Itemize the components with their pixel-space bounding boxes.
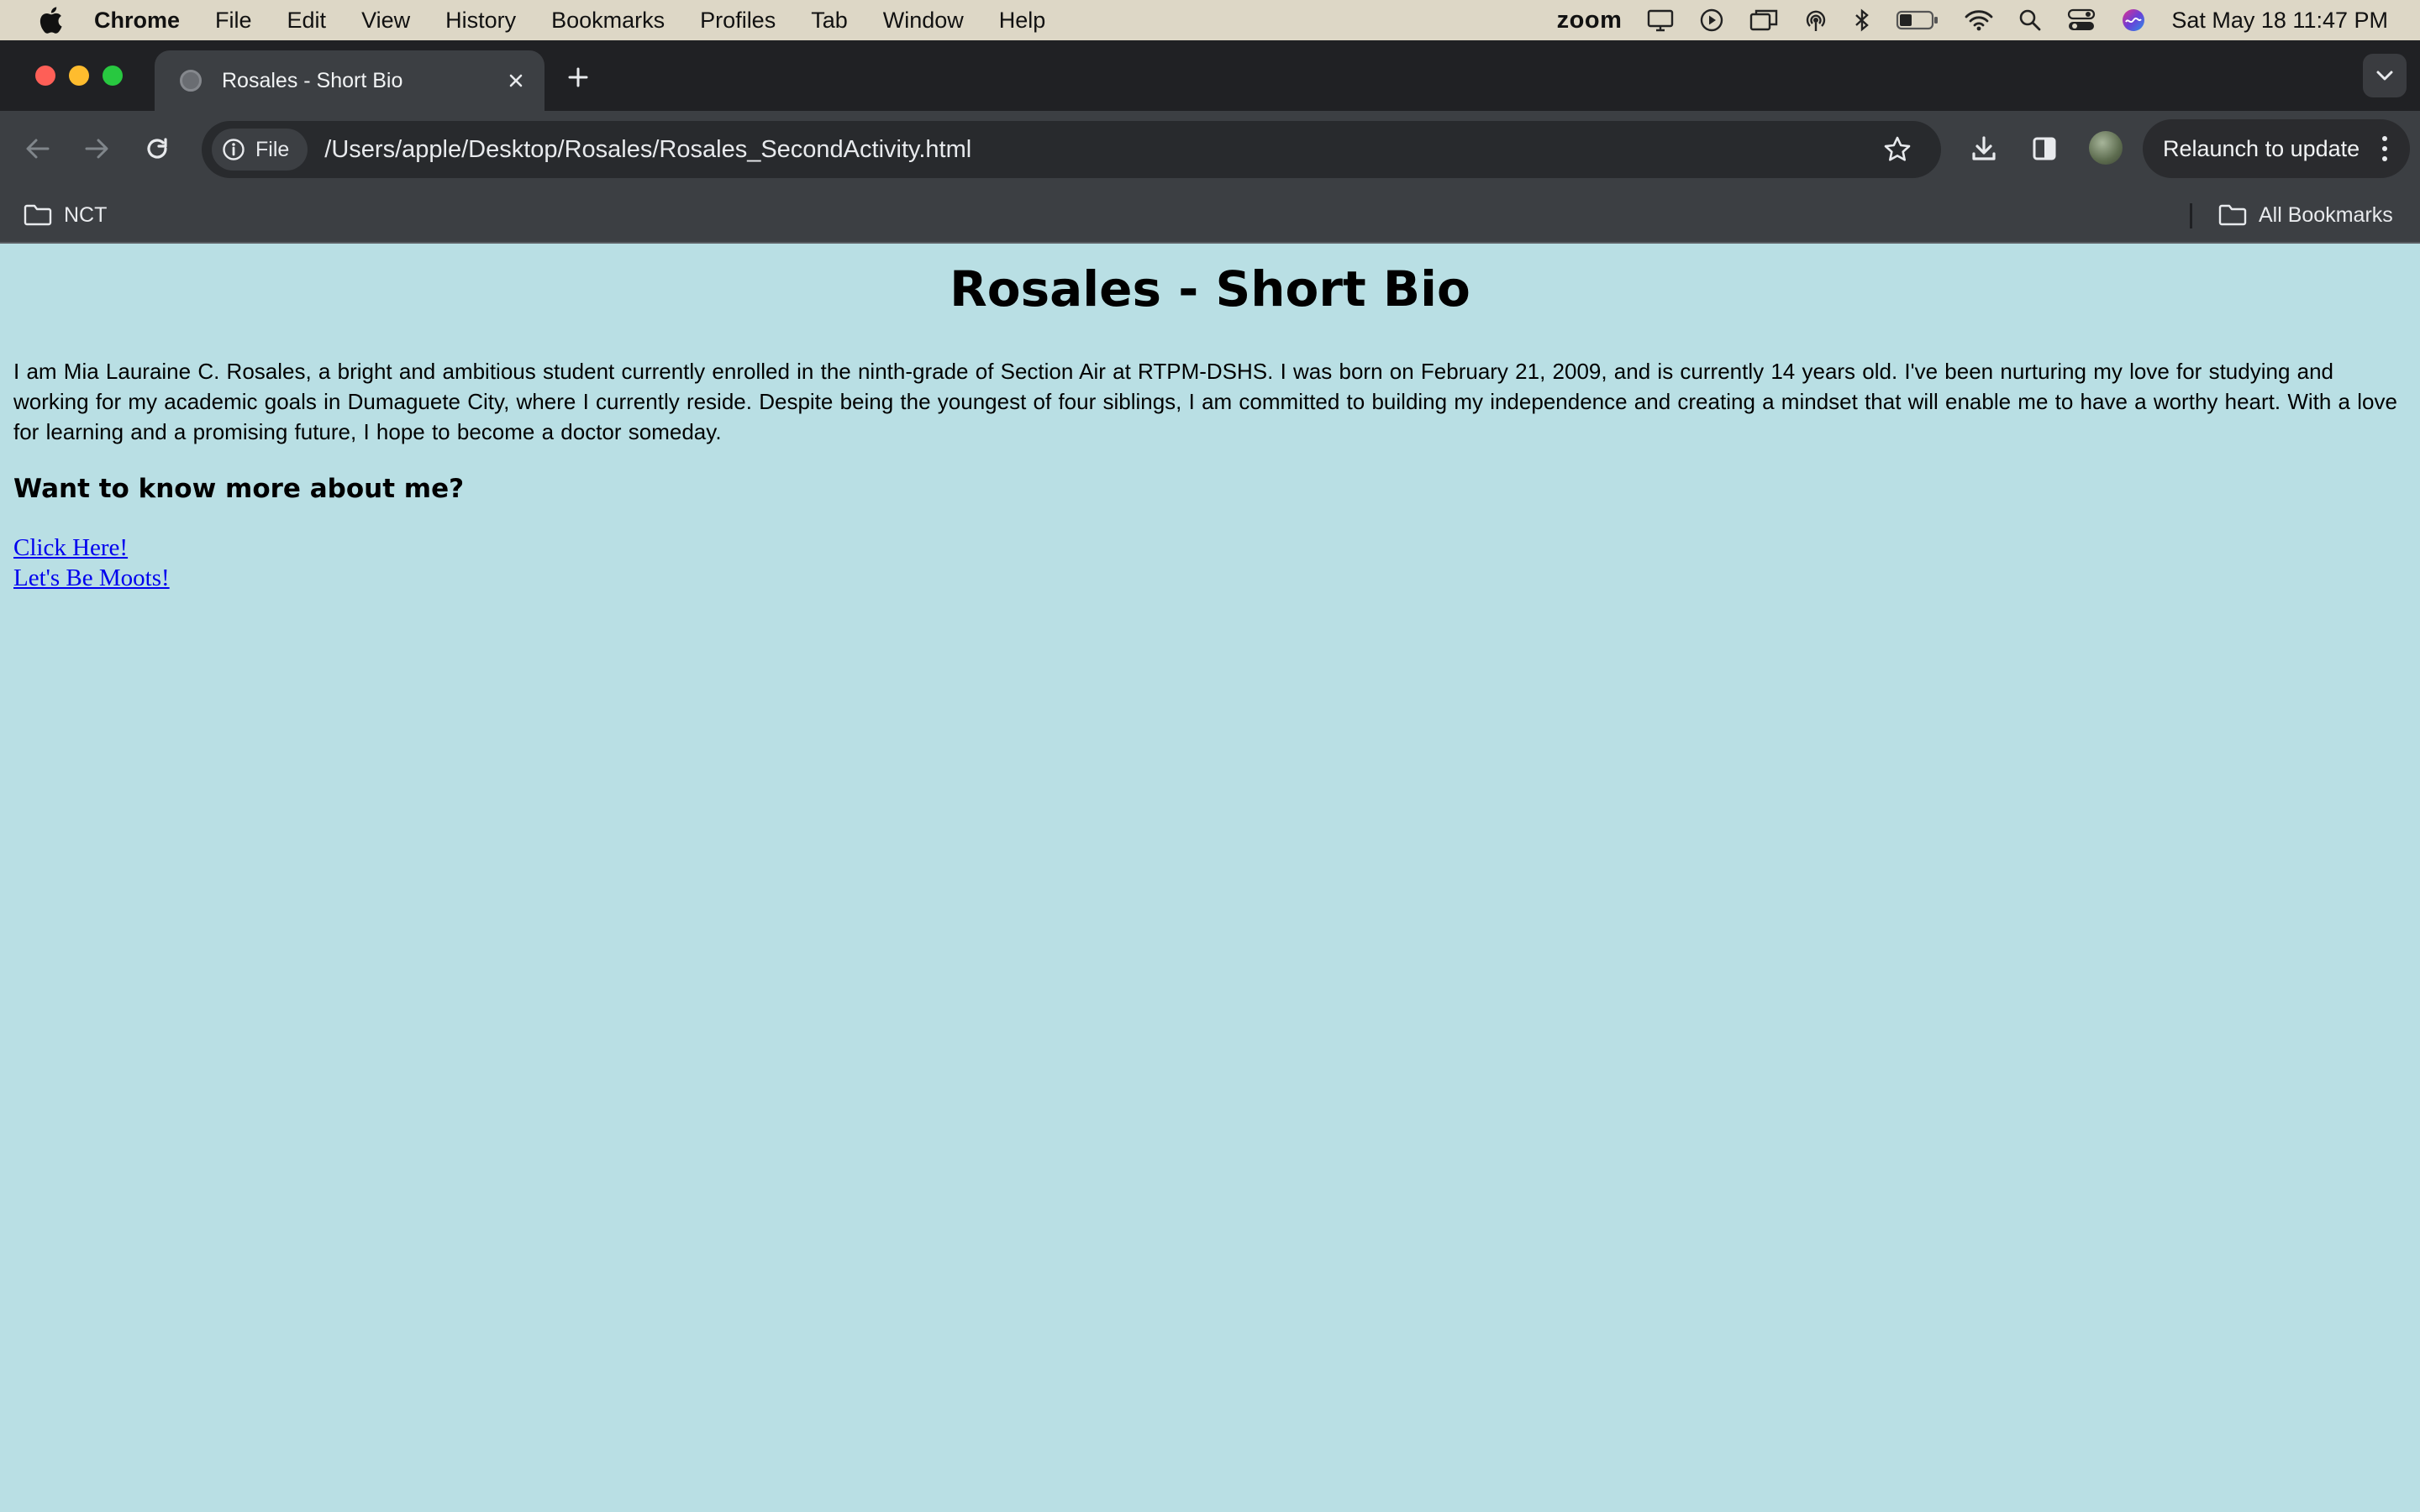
menu-tab[interactable]: Tab	[811, 8, 848, 34]
menu-history[interactable]: History	[445, 8, 516, 34]
tab-search-button[interactable]	[2363, 54, 2407, 97]
tab-strip: Rosales - Short Bio	[0, 40, 2420, 111]
relaunch-label: Relaunch to update	[2163, 135, 2360, 161]
bluetooth-icon[interactable]	[1854, 0, 1870, 40]
wifi-icon[interactable]	[1965, 0, 1993, 40]
bookmarks-divider	[2190, 203, 2192, 228]
lets-be-moots-link[interactable]: Let's Be Moots!	[13, 563, 170, 593]
page-title: Rosales - Short Bio	[950, 260, 1470, 318]
folder-icon	[24, 204, 52, 226]
control-center-icon[interactable]	[2067, 0, 2096, 40]
info-icon	[222, 138, 245, 161]
globe-icon	[180, 70, 202, 92]
forward-button[interactable]	[77, 129, 116, 168]
menu-help[interactable]: Help	[999, 8, 1046, 34]
tab-close-icon[interactable]	[499, 64, 533, 97]
bookmark-folder-label: NCT	[64, 202, 108, 227]
zoom-status-item[interactable]: zoom	[1557, 0, 1623, 40]
play-circle-icon[interactable]	[1699, 0, 1724, 40]
page-content: Rosales - Short Bio I am Mia Lauraine C.…	[0, 244, 2420, 1512]
site-info-chip[interactable]: File	[212, 129, 308, 171]
bookmark-folder-nct[interactable]: NCT	[24, 198, 107, 232]
all-bookmarks-folder[interactable]: All Bookmarks	[2218, 198, 2393, 232]
fullscreen-window-button[interactable]	[103, 66, 123, 86]
spotlight-search-icon[interactable]	[2018, 0, 2042, 40]
menu-edit[interactable]: Edit	[287, 8, 327, 34]
links-list: Click Here! Let's Be Moots!	[13, 533, 170, 593]
reload-button[interactable]	[138, 129, 176, 168]
minimize-window-button[interactable]	[69, 66, 89, 86]
back-button[interactable]	[18, 129, 57, 168]
menu-file[interactable]: File	[215, 8, 252, 34]
siri-icon[interactable]	[2121, 0, 2146, 40]
bookmark-star-icon[interactable]	[1879, 131, 1916, 168]
airdrop-icon[interactable]	[1803, 0, 1828, 40]
profile-avatar[interactable]	[2089, 131, 2123, 165]
address-bar[interactable]: File /Users/apple/Desktop/Rosales/Rosale…	[202, 121, 1941, 178]
menu-app-chrome[interactable]: Chrome	[94, 8, 180, 34]
bookmarks-bar: NCT All Bookmarks	[0, 186, 2420, 244]
more-about-me-heading: Want to know more about me?	[13, 474, 465, 504]
apple-icon[interactable]	[35, 5, 66, 35]
relaunch-to-update-button[interactable]: Relaunch to update	[2143, 119, 2410, 178]
more-menu-icon[interactable]	[2381, 136, 2388, 161]
menu-profiles[interactable]: Profiles	[700, 8, 776, 34]
close-window-button[interactable]	[35, 66, 55, 86]
windows-icon[interactable]	[1749, 0, 1778, 40]
url-text[interactable]: /Users/apple/Desktop/Rosales/Rosales_Sec…	[324, 136, 971, 164]
menu-bar: Chrome File Edit View History Bookmarks …	[0, 0, 2420, 40]
battery-icon[interactable]	[1896, 0, 1939, 40]
status-area: zoom Sat May 18 11:47 PM	[1532, 0, 2388, 40]
menubar-clock[interactable]: Sat May 18 11:47 PM	[2171, 0, 2388, 40]
download-icon[interactable]	[1965, 129, 2003, 168]
folder-icon	[2218, 204, 2247, 226]
new-tab-button[interactable]	[560, 59, 597, 96]
bio-paragraph: I am Mia Lauraine C. Rosales, a bright a…	[13, 359, 2397, 444]
click-here-link[interactable]: Click Here!	[13, 533, 170, 563]
site-info-label: File	[255, 137, 290, 161]
tab-active[interactable]: Rosales - Short Bio	[155, 50, 544, 111]
menu-window[interactable]: Window	[883, 8, 964, 34]
browser-toolbar: File /Users/apple/Desktop/Rosales/Rosale…	[0, 111, 2420, 186]
menu-bookmarks[interactable]: Bookmarks	[551, 8, 665, 34]
all-bookmarks-label: All Bookmarks	[2259, 202, 2393, 227]
display-icon[interactable]	[1647, 0, 1674, 40]
side-panel-icon[interactable]	[2025, 129, 2064, 168]
tab-title: Rosales - Short Bio	[222, 68, 403, 92]
menu-view[interactable]: View	[361, 8, 410, 34]
